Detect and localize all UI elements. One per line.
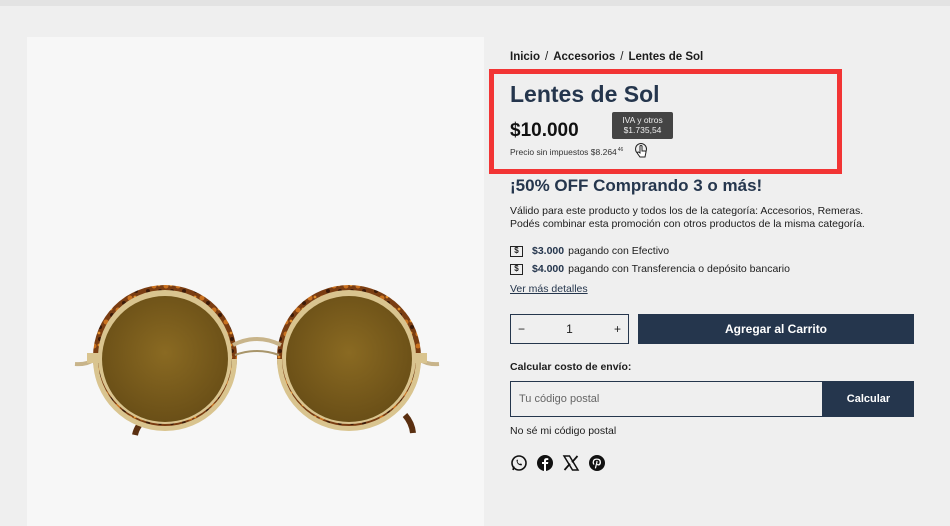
product-title: Lentes de Sol	[510, 81, 660, 107]
pretax-label: Precio sin impuestos $8.264	[510, 147, 617, 157]
money-icon: $	[510, 263, 523, 275]
calculate-button[interactable]: Calcular	[823, 381, 914, 417]
breadcrumb-home[interactable]: Inicio	[510, 51, 540, 63]
promo-line-1: Válido para este producto y todos los de…	[510, 205, 864, 217]
tax-tooltip-label: IVA y otros	[622, 115, 663, 125]
promo-line-2: Podés combinar esta promoción con otros …	[510, 218, 865, 230]
payment-amount: $4.000	[532, 263, 565, 275]
quantity-stepper: − 1 +	[510, 314, 629, 344]
shipping-label: Calcular costo de envío:	[510, 361, 632, 373]
postal-code-input[interactable]	[510, 381, 823, 417]
promo-description: Válido para este producto y todos los de…	[510, 205, 914, 231]
promo-title: ¡50% OFF Comprando 3 o más!	[510, 176, 763, 195]
money-icon: $	[510, 245, 523, 257]
breadcrumb-separator: /	[545, 51, 549, 63]
quantity-value[interactable]: 1	[566, 322, 573, 336]
top-bar	[0, 0, 950, 6]
payment-method: pagando con Transferencia o depósito ban…	[568, 263, 790, 275]
payment-method: pagando con Efectivo	[568, 245, 670, 257]
unknown-postal-code-link[interactable]: No sé mi código postal	[510, 425, 616, 437]
more-details-link[interactable]: Ver más detalles	[510, 283, 588, 295]
decrease-button[interactable]: −	[518, 322, 525, 336]
breadcrumb-accessories[interactable]: Accesorios	[553, 51, 615, 63]
tax-tooltip: IVA y otros $1.735,54	[612, 112, 673, 139]
facebook-icon[interactable]	[536, 454, 554, 472]
pinterest-icon[interactable]	[588, 454, 606, 472]
pretax-price[interactable]: Precio sin impuestos $8.26446	[510, 147, 623, 157]
add-to-cart-button[interactable]: Agregar al Carrito	[638, 314, 914, 344]
sunglasses-image	[74, 285, 440, 436]
share-icons	[510, 454, 606, 472]
tax-tooltip-amount: $1.735,54	[623, 125, 662, 135]
product-price: $10.000	[510, 120, 579, 141]
payment-amount: $3.000	[532, 245, 565, 257]
pretax-cents: 46	[617, 147, 624, 154]
product-image[interactable]	[27, 37, 484, 526]
payment-option-transfer: $ $4.000 pagando con Transferencia o dep…	[510, 263, 790, 275]
x-icon[interactable]	[562, 454, 580, 472]
payment-option-cash: $ $3.000 pagando con Efectivo	[510, 245, 669, 257]
breadcrumb-current: Lentes de Sol	[628, 51, 704, 63]
breadcrumb-separator: /	[620, 51, 624, 63]
whatsapp-icon[interactable]	[510, 454, 528, 472]
increase-button[interactable]: +	[614, 322, 621, 336]
hand-pointer-icon	[635, 143, 647, 158]
breadcrumb: Inicio / Accesorios / Lentes de Sol	[510, 51, 703, 63]
